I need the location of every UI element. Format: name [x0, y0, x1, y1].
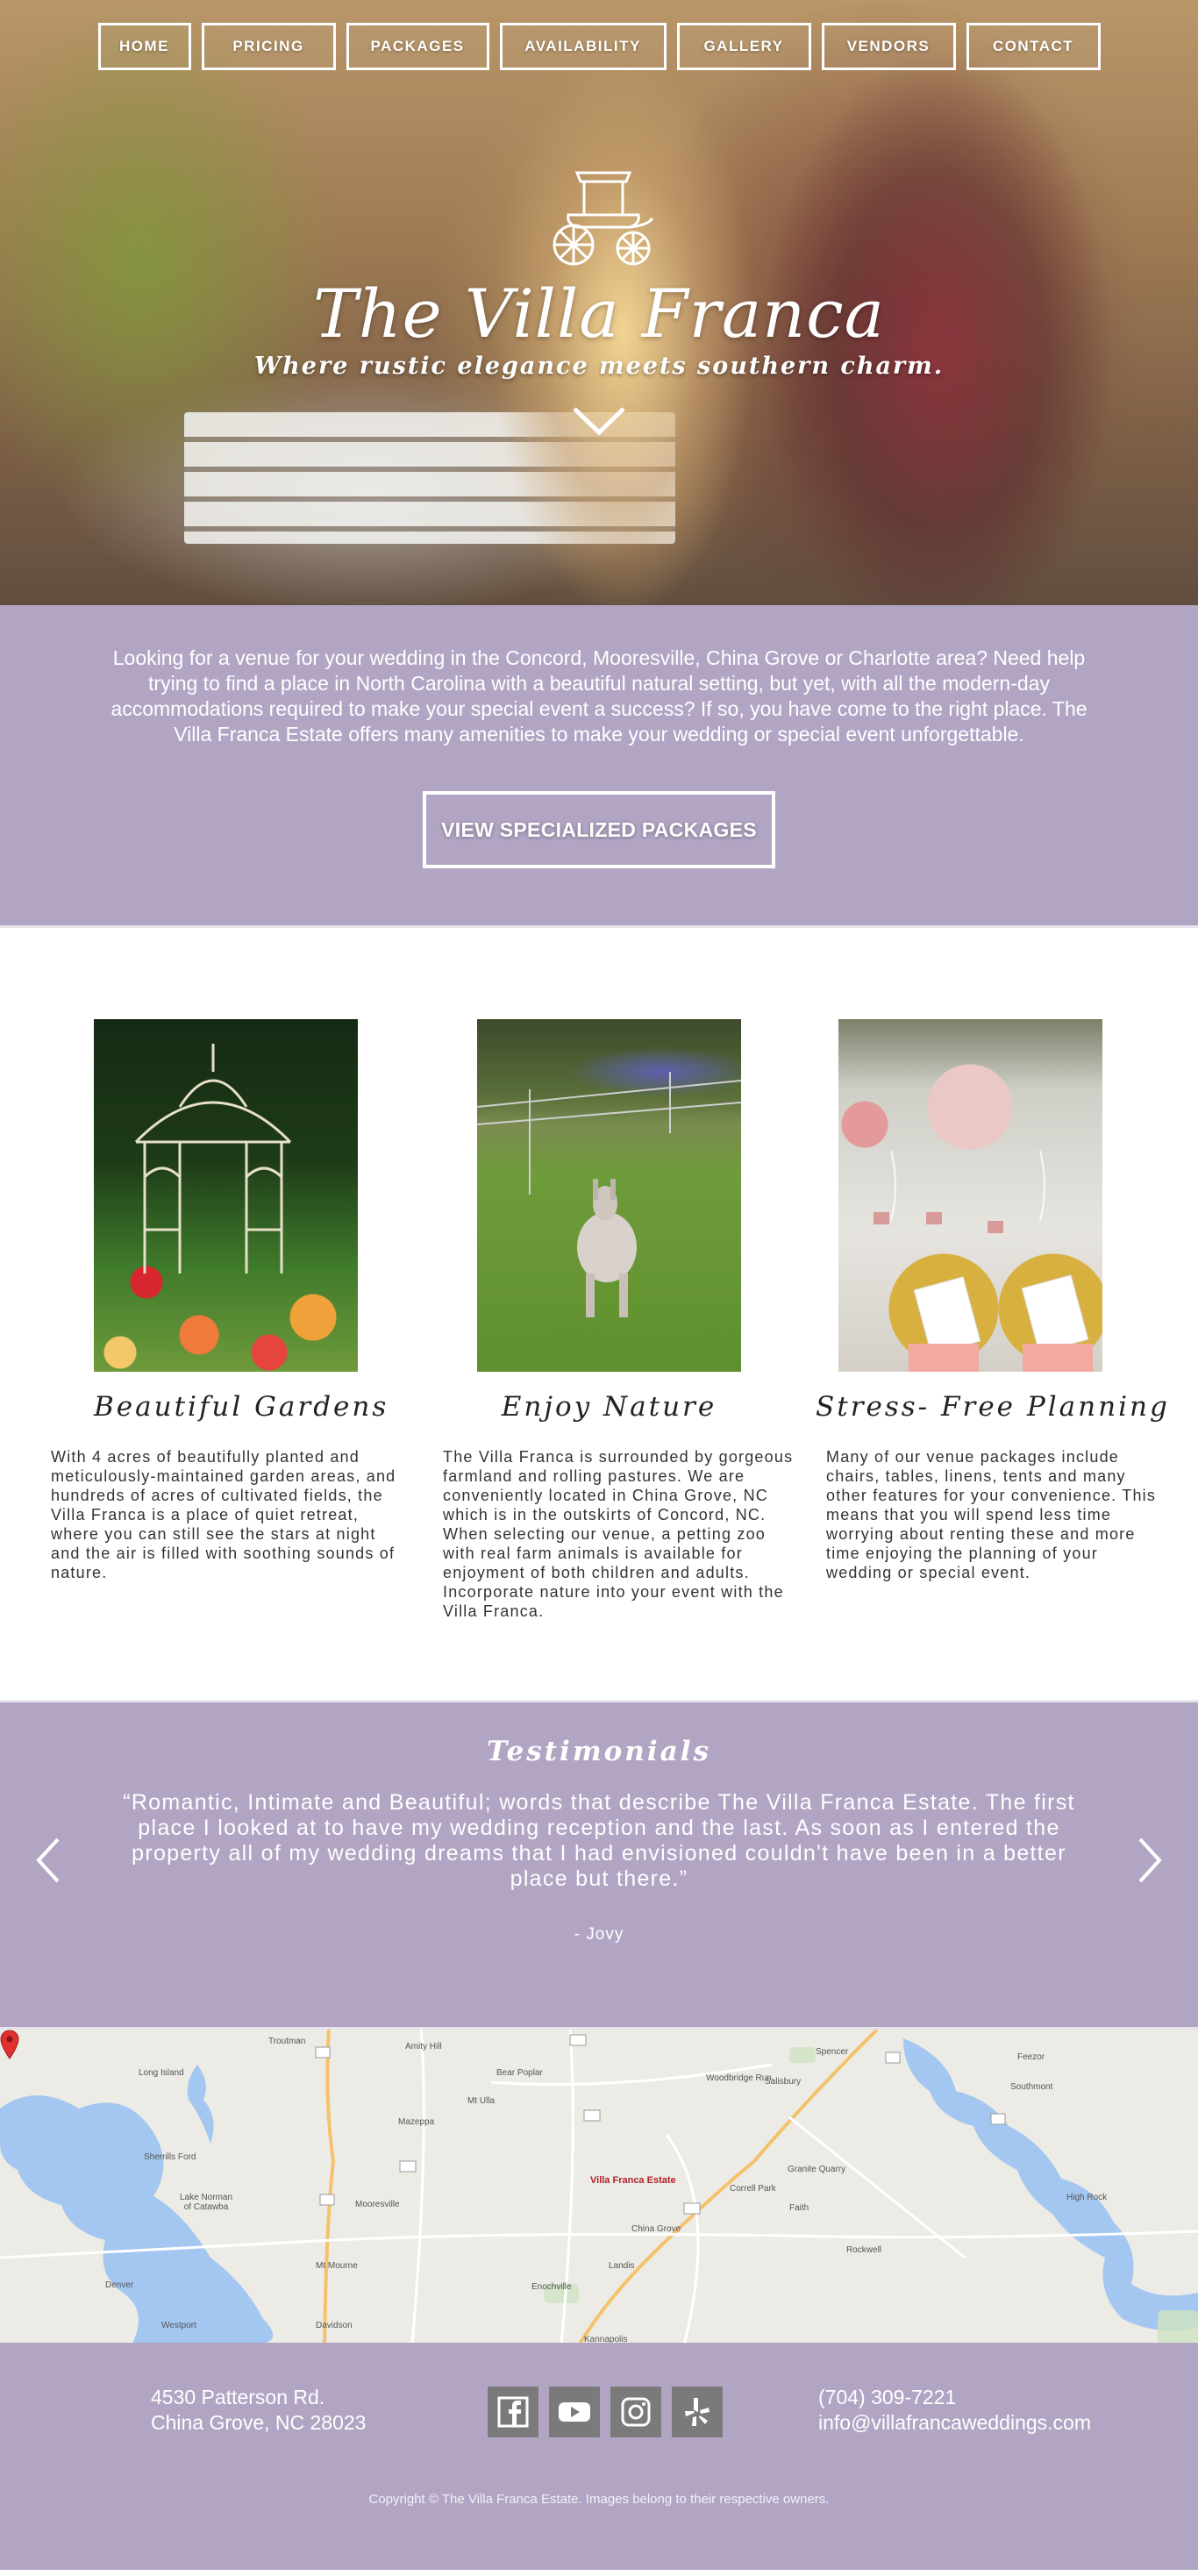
intro-text: Looking for a venue for your wedding in …	[111, 646, 1087, 746]
feature-title: Stress- Free Planning	[816, 1391, 1170, 1423]
map-place-label: Westport	[161, 2321, 196, 2330]
map-place-label: Davidson	[316, 2321, 353, 2330]
hero-section: HOME PRICING PACKAGES AVAILABILITY GALLE…	[0, 0, 1198, 605]
testimonials-section: Testimonials “Romantic, Intimate and Bea…	[0, 1700, 1198, 2027]
map-place-label: Mt Mourne	[316, 2261, 358, 2271]
map-place-label: Southmont	[1010, 2082, 1053, 2092]
map-place-label: Amity Hill	[405, 2042, 442, 2052]
table-setting-graphic	[874, 1150, 1093, 1372]
map-place-label: Denver	[105, 2280, 134, 2290]
footer-address: 4530 Patterson Rd. China Grove, NC 28023	[151, 2385, 366, 2436]
map-place-label: Kannapolis	[584, 2335, 628, 2343]
nav-contact[interactable]: CONTACT	[966, 23, 1101, 70]
feature-description: Many of our venue packages include chair…	[826, 1448, 1157, 1581]
donkey-graphic	[577, 1179, 637, 1317]
nav-pricing[interactable]: PRICING	[201, 23, 336, 70]
map-place-label: Salisbury	[765, 2077, 802, 2087]
facebook-link[interactable]	[488, 2387, 538, 2437]
hero-branding: The Villa Franca Where rustic elegance m…	[0, 162, 1198, 436]
testimonial-author: - Jovy	[574, 1925, 624, 1944]
map-place-label: Sherrills Ford	[144, 2152, 196, 2162]
map-place-label: Mt Ulla	[467, 2096, 496, 2106]
youtube-link[interactable]	[549, 2387, 600, 2437]
map-place-label: Mooresville	[355, 2200, 400, 2209]
nav-gallery[interactable]: GALLERY	[676, 23, 811, 70]
testimonial-quote: “Romantic, Intimate and Beautiful; words…	[123, 1790, 1075, 1891]
instagram-link[interactable]	[610, 2387, 661, 2437]
chevron-right-icon[interactable]	[1133, 1834, 1168, 1887]
site-tagline: Where rustic elegance meets southern cha…	[253, 353, 945, 380]
map-place-label: China Grove	[631, 2224, 681, 2234]
view-packages-button[interactable]: VIEW SPECIALIZED PACKAGES	[423, 791, 775, 868]
address-street: 4530 Patterson Rd.	[151, 2386, 325, 2408]
nav-vendors[interactable]: VENDORS	[821, 23, 956, 70]
map-place-label: Spencer	[816, 2047, 849, 2057]
copyright-text: Copyright © The Villa Franca Estate. Ima…	[368, 2492, 830, 2507]
yelp-icon	[685, 2398, 710, 2426]
features-section: Beautiful Gardens With 4 acres of beauti…	[0, 925, 1198, 1700]
map-place-label: Correll Park	[730, 2184, 776, 2194]
phone-link[interactable]: (704) 309-7221	[818, 2385, 1091, 2410]
yelp-link[interactable]	[672, 2387, 723, 2437]
map-place-label: High Rock	[1066, 2193, 1108, 2202]
intro-section: Looking for a venue for your wedding in …	[0, 605, 1198, 925]
social-links	[488, 2387, 723, 2437]
facebook-icon	[497, 2396, 529, 2428]
nav-packages[interactable]: PACKAGES	[346, 23, 489, 70]
site-title: The Villa Franca	[313, 275, 885, 353]
instagram-icon	[621, 2397, 651, 2427]
nav-home[interactable]: HOME	[97, 23, 191, 70]
feature-description: With 4 acres of beautifully planted and …	[51, 1448, 396, 1581]
map-place-label: Landis	[609, 2261, 635, 2271]
map-place-label: Granite Quarry	[788, 2165, 846, 2174]
map-place-label: Long Island	[139, 2068, 184, 2078]
map-place-label: Troutman	[268, 2037, 306, 2046]
map-place-label: Enochville	[531, 2282, 572, 2292]
testimonials-title: Testimonials	[487, 1736, 711, 1767]
feature-description: The Villa Franca is surrounded by gorgeo…	[443, 1448, 794, 1620]
map-place-label: Woodbridge Run	[706, 2073, 772, 2083]
gazebo-garden-photo	[94, 1019, 358, 1372]
map-place-label: Faith	[789, 2203, 809, 2213]
table-setting-photo	[838, 1019, 1102, 1372]
chevron-down-icon[interactable]	[572, 406, 626, 436]
gazebo-graphic	[134, 1044, 292, 1274]
email-link[interactable]: info@villafrancaweddings.com	[818, 2410, 1091, 2436]
feature-title: Enjoy Nature	[501, 1391, 717, 1423]
location-map[interactable]: Troutman Amity Hill Long Island Bear Pop…	[0, 2027, 1198, 2343]
horse-carriage-icon	[553, 171, 654, 266]
footer-contact: (704) 309-7221 info@villafrancaweddings.…	[818, 2385, 1091, 2436]
map-place-label: Lake Norman of Catawba	[179, 2193, 233, 2212]
nav-availability[interactable]: AVAILABILITY	[499, 23, 667, 70]
map-marker-icon[interactable]	[0, 2030, 19, 2059]
donkey-pasture-photo	[477, 1019, 741, 1372]
site-footer: 4530 Patterson Rd. China Grove, NC 28023	[0, 2343, 1198, 2570]
map-place-label: Mazeppa	[398, 2117, 435, 2127]
main-nav: HOME PRICING PACKAGES AVAILABILITY GALLE…	[0, 23, 1198, 70]
address-city: China Grove, NC 28023	[151, 2411, 367, 2434]
youtube-icon	[559, 2402, 590, 2422]
chevron-left-icon[interactable]	[30, 1834, 65, 1887]
feature-title: Beautiful Gardens	[94, 1391, 389, 1423]
map-place-label: Feezor	[1017, 2052, 1045, 2062]
map-place-label: Rockwell	[846, 2245, 882, 2255]
map-marker-label: Villa Franca Estate	[590, 2175, 676, 2186]
map-place-label: Bear Poplar	[496, 2068, 543, 2078]
